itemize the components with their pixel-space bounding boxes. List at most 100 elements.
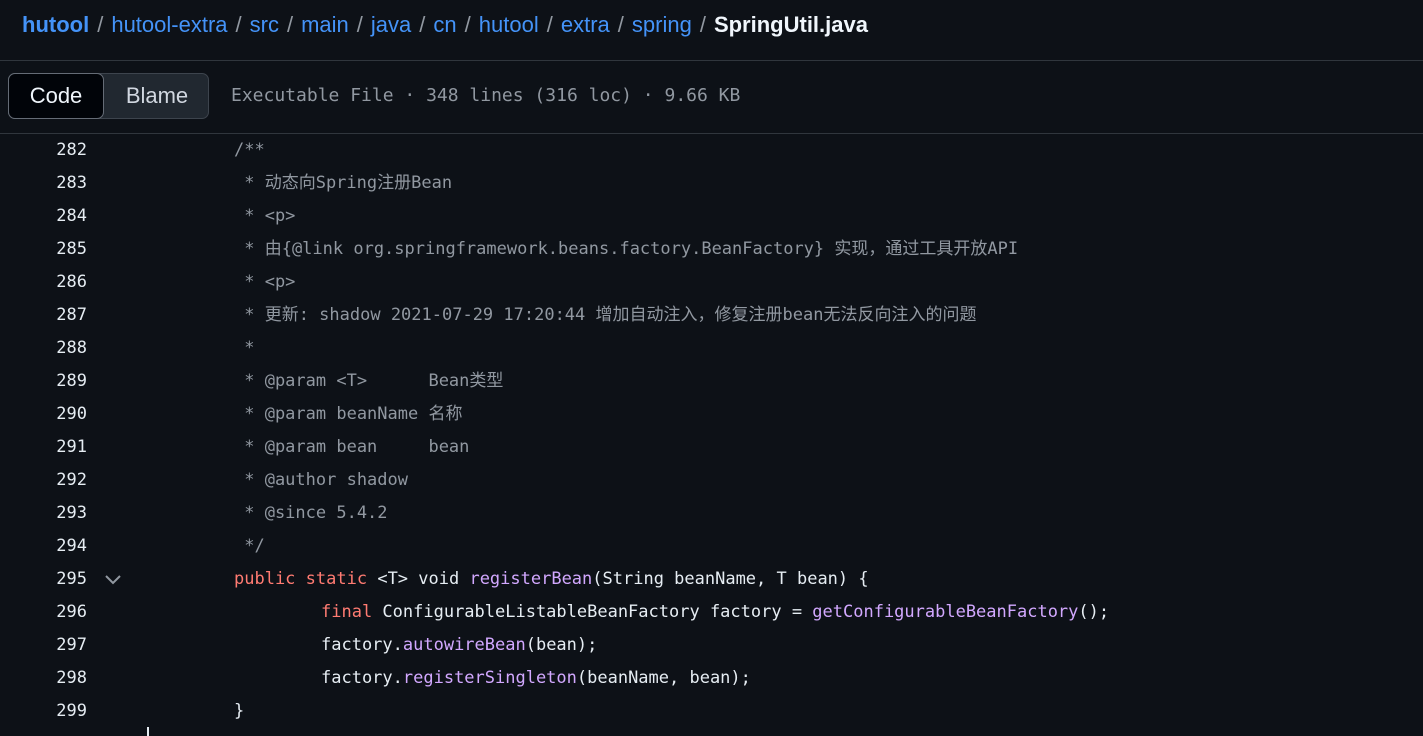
- code-line: 295 public static <T> void registerBean(S…: [0, 563, 1423, 596]
- breadcrumb: hutool / hutool-extra / src / main / java / cn / hut…: [22, 8, 868, 42]
- code-token-plain: (beanName, bean);: [576, 668, 751, 688]
- code-line-text: }: [234, 695, 244, 728]
- code-line-text: * @param bean bean: [234, 431, 469, 464]
- code-line-text: public static <T> void registerBean(Stri…: [234, 563, 869, 596]
- breadcrumb-separator: /: [699, 12, 706, 37]
- breadcrumb-link-0[interactable]: hutool: [22, 12, 89, 38]
- line-number[interactable]: 283: [0, 167, 87, 200]
- code-line-text: * 由{@link org.springframework.beans.fact…: [234, 233, 1018, 266]
- line-number[interactable]: 298: [0, 662, 87, 695]
- code-line-text: factory.autowireBean(bean);: [321, 629, 597, 662]
- code-line-text: * 更新: shadow 2021-07-29 17:20:44 增加自动注入，…: [234, 299, 976, 332]
- breadcrumb-link-8[interactable]: spring: [632, 12, 692, 38]
- line-number[interactable]: 294: [0, 530, 87, 563]
- line-number[interactable]: 296: [0, 596, 87, 629]
- breadcrumb-separator: /: [235, 12, 242, 37]
- breadcrumb-link-4[interactable]: java: [371, 12, 411, 38]
- code-line: 284 * <p>: [0, 200, 1423, 233]
- line-number[interactable]: 288: [0, 332, 87, 365]
- code-token-kw: public: [234, 569, 296, 589]
- code-token-fn: autowireBean: [402, 635, 526, 655]
- code-token-comment: * 由{@link org.springframework.beans.fact…: [234, 239, 1019, 259]
- code-line: 289 * @param <T> Bean类型: [0, 365, 1423, 398]
- code-line-text: * @since 5.4.2: [234, 497, 388, 530]
- code-line-text: /**: [234, 134, 265, 167]
- line-number[interactable]: 287: [0, 299, 87, 332]
- code-token-comment: /**: [234, 140, 265, 160]
- code-token-comment: * <p>: [234, 206, 296, 226]
- code-token-comment: *: [234, 338, 255, 358]
- code-token-comment: * @param bean bean: [234, 437, 470, 457]
- code-token-comment: * 动态向Spring注册Bean: [234, 173, 453, 193]
- breadcrumb-current-file: SpringUtil.java: [713, 12, 868, 37]
- code-token-plain: <T> void: [367, 569, 470, 589]
- code-line-text: * <p>: [234, 266, 295, 299]
- code-line-text: *: [234, 332, 254, 365]
- line-number[interactable]: 284: [0, 200, 87, 233]
- code-line: 294 */: [0, 530, 1423, 563]
- code-line: 297 factory.autowireBean(bean);: [0, 629, 1423, 662]
- code-line: 285 * 由{@link org.springframework.beans.…: [0, 233, 1423, 266]
- code-line: 290 * @param beanName 名称: [0, 398, 1423, 431]
- code-line: 283 * 动态向Spring注册Bean: [0, 167, 1423, 200]
- code-line-text: * @param beanName 名称: [234, 398, 462, 431]
- code-token-plain: (String beanName, T bean) {: [592, 569, 869, 589]
- breadcrumb-link-3[interactable]: main: [301, 12, 349, 38]
- code-line: 291 * @param bean bean: [0, 431, 1423, 464]
- text-cursor: [147, 727, 149, 736]
- code-token-plain: }: [234, 701, 245, 721]
- code-token-comment: */: [234, 536, 265, 556]
- breadcrumb-separator: /: [97, 12, 104, 37]
- line-number[interactable]: 282: [0, 134, 87, 167]
- line-number[interactable]: 285: [0, 233, 87, 266]
- code-token-fn: getConfigurableBeanFactory: [812, 602, 1079, 622]
- code-line-text: * @author shadow: [234, 464, 408, 497]
- breadcrumb-separator: /: [419, 12, 426, 37]
- code-line: 298 factory.registerSingleton(beanName, b…: [0, 662, 1423, 695]
- code-line-text: */: [234, 530, 265, 563]
- breadcrumb-link-7[interactable]: extra: [561, 12, 610, 38]
- file-toolbar: Code Blame Executable File · 348 lines (…: [0, 61, 1423, 133]
- code-line-text: * 动态向Spring注册Bean: [234, 167, 452, 200]
- code-token-plain: factory.: [321, 635, 403, 655]
- code-token-fn: registerSingleton: [402, 668, 577, 688]
- breadcrumb-separator: /: [617, 12, 624, 37]
- code-line: 292 * @author shadow: [0, 464, 1423, 497]
- line-number[interactable]: 299: [0, 695, 87, 728]
- breadcrumb-link-1[interactable]: hutool-extra: [111, 12, 227, 38]
- code-token-comment: * @since 5.4.2: [234, 503, 388, 523]
- code-tab-button[interactable]: Code: [8, 73, 104, 119]
- breadcrumb-link-6[interactable]: hutool: [479, 12, 539, 38]
- line-number[interactable]: 293: [0, 497, 87, 530]
- code-line: 299}: [0, 695, 1423, 728]
- breadcrumb-separator: /: [464, 12, 471, 37]
- blame-tab-button[interactable]: Blame: [104, 73, 210, 119]
- breadcrumb-separator: /: [356, 12, 363, 37]
- line-number[interactable]: 291: [0, 431, 87, 464]
- code-token-comment: * 更新: shadow 2021-07-29 17:20:44 增加自动注入，…: [234, 305, 977, 325]
- code-token-kw: static: [305, 569, 368, 589]
- line-number[interactable]: 290: [0, 398, 87, 431]
- code-token-comment: * @author shadow: [234, 470, 408, 490]
- view-mode-toggle: Code Blame: [8, 73, 209, 119]
- line-number[interactable]: 292: [0, 464, 87, 497]
- code-line: 282 /**: [0, 134, 1423, 167]
- code-line-text: final ConfigurableListableBeanFactory fa…: [321, 596, 1109, 629]
- breadcrumb-link-2[interactable]: src: [250, 12, 279, 38]
- breadcrumb-link-5[interactable]: cn: [433, 12, 456, 38]
- line-number[interactable]: 286: [0, 266, 87, 299]
- breadcrumb-separator: /: [286, 12, 294, 37]
- chevron-down-icon[interactable]: [104, 571, 122, 589]
- line-number[interactable]: 297: [0, 629, 87, 662]
- code-token-plain: ();: [1078, 602, 1110, 622]
- code-view[interactable]: 282/** 283 * 动态向Spring注册Bean 284 * <p> 285 …: [0, 134, 1423, 736]
- code-token-kw: final: [321, 602, 373, 622]
- line-number[interactable]: 295: [0, 563, 87, 596]
- code-line: 288 *: [0, 332, 1423, 365]
- code-line: 296 final ConfigurableListableBeanFactory…: [0, 596, 1423, 629]
- breadcrumb-separator: /: [546, 12, 553, 37]
- line-number[interactable]: 289: [0, 365, 87, 398]
- code-token-plain: (bean);: [525, 635, 598, 655]
- code-line-text: factory.registerSingleton(beanName, bean…: [321, 662, 751, 695]
